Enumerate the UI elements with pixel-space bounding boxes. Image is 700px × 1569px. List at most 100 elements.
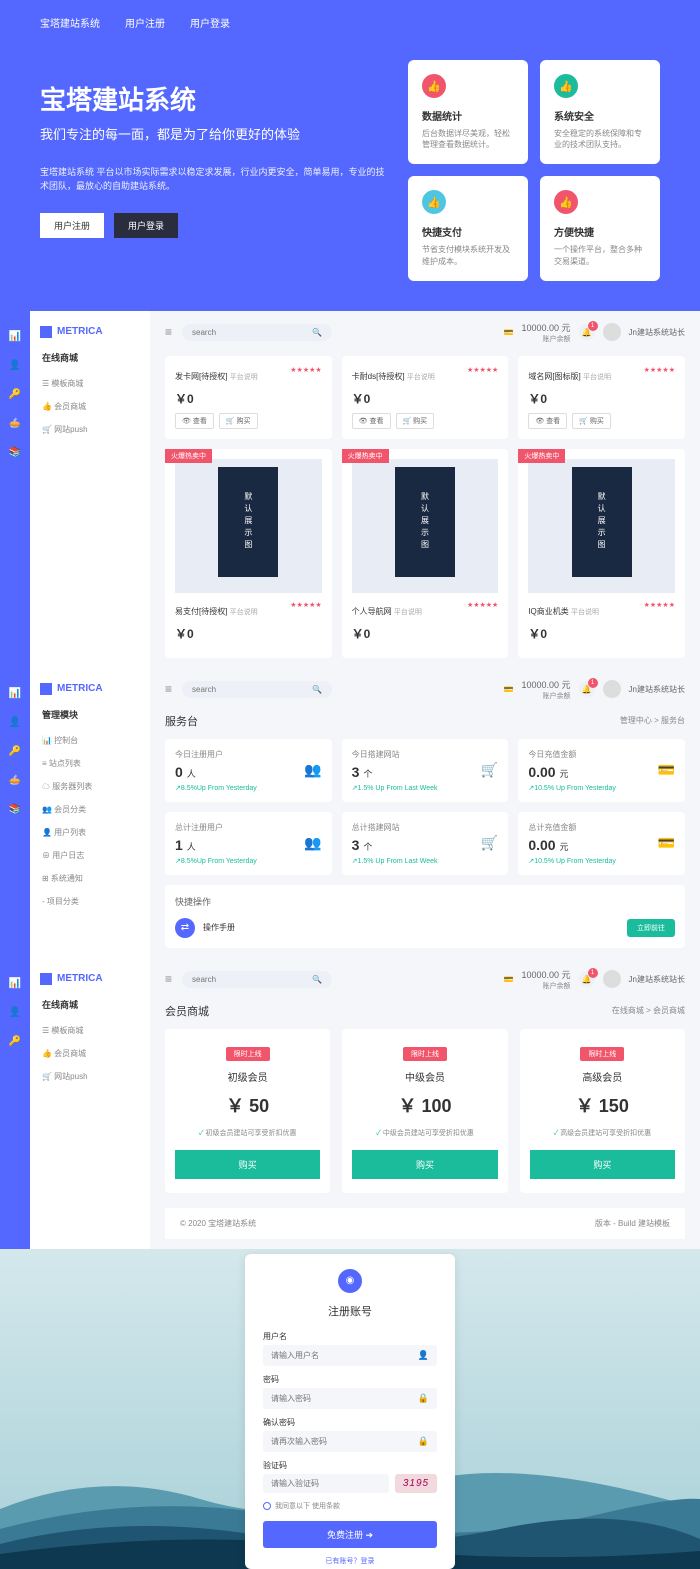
buy-button[interactable]: 🛒 购买 [219,413,258,429]
logo[interactable]: METRICA [30,678,150,700]
view-button[interactable]: 👁 查看 [175,413,214,429]
rail-icon[interactable]: 📊 [9,688,21,699]
vertical-rail: 📊 👤 🔑 🥧 📚 [0,668,30,958]
sidebar-item[interactable]: ⊕ 用户日志 [30,844,150,867]
buy-plan-button[interactable]: 购买 [352,1150,497,1179]
view-button[interactable]: 👁 查看 [528,413,567,429]
product-title: 易支付[待授权] 平台说明 [175,607,258,616]
rail-icon[interactable]: 📚 [9,804,21,815]
logo[interactable]: METRICA [30,968,150,990]
rail-icon[interactable]: 🔑 [9,389,21,400]
topbar: ≡ 🔍 💳 10000.00 元 账户余额 🔔1 Jn建站系统站长 [165,678,685,701]
search-icon[interactable]: 🔍 [312,975,322,984]
hamburger-icon[interactable]: ≡ [165,682,172,696]
input-field[interactable]: 🔒 [263,1388,437,1409]
search-box[interactable]: 🔍 [182,971,332,988]
quick-button[interactable]: 立即前往 [627,919,675,937]
search-icon[interactable]: 🔍 [312,328,322,337]
hamburger-icon[interactable]: ≡ [165,325,172,339]
membership-dashboard: 📊 👤 🔑 METRICA 在线商城 ☰ 模板商城👍 会员商城🛒 网站push … [0,958,700,1249]
sidebar-item[interactable]: 📊 控制台 [30,729,150,752]
user-name[interactable]: Jn建站系统站长 [629,327,685,338]
text-input[interactable] [271,1437,418,1446]
feature-card: 👍 方便快捷 一个操作平台，整合多种交易渠道。 [540,176,660,280]
search-icon[interactable]: 🔍 [312,685,322,694]
avatar[interactable] [603,323,621,341]
sidebar-item[interactable]: 👤 用户列表 [30,821,150,844]
search-input[interactable] [192,975,312,984]
rail-icon[interactable]: 🥧 [9,418,21,429]
register-footer-link[interactable]: 已有账号？登录 [263,1556,437,1566]
rail-icon[interactable]: 📊 [9,978,21,989]
text-input[interactable] [271,1351,418,1360]
sidebar-item[interactable]: ☁ 服务器列表 [30,775,150,798]
register-submit-button[interactable]: 免费注册 ➔ [263,1521,437,1548]
star-icon: ★★★★★ [290,366,321,374]
avatar[interactable] [603,970,621,988]
captcha-field[interactable] [263,1474,389,1493]
agree-radio[interactable] [263,1502,271,1510]
star-icon: ★★★★★ [467,601,498,609]
sidebar-item[interactable]: 🛒 网站push [30,418,150,441]
sidebar-item[interactable]: 👍 会员商城 [30,1042,150,1065]
rail-icon[interactable]: 📚 [9,447,21,458]
stat-trend: ↗10.5% Up From Yesterday [528,784,675,792]
hamburger-icon[interactable]: ≡ [165,972,172,986]
login-button[interactable]: 用户登录 [114,213,178,238]
rail-icon[interactable]: 📊 [9,331,21,342]
logo[interactable]: METRICA [30,321,150,343]
rail-icon[interactable]: 🥧 [9,775,21,786]
nav-login[interactable]: 用户登录 [190,15,230,30]
sidebar-item[interactable]: 👥 会员分类 [30,798,150,821]
buy-plan-button[interactable]: 购买 [530,1150,675,1179]
page-title: 会员商城 [165,1003,209,1019]
buy-button[interactable]: 🛒 购买 [572,413,611,429]
nav-brand[interactable]: 宝塔建站系统 [40,15,100,30]
wallet-icon[interactable]: 💳 [504,975,514,984]
search-input[interactable] [192,685,312,694]
field-icon: 👤 [418,1350,429,1361]
captcha-label: 验证码 [263,1460,437,1471]
nav-register[interactable]: 用户注册 [125,15,165,30]
input-field[interactable]: 🔒 [263,1431,437,1452]
user-name[interactable]: Jn建站系统站长 [629,974,685,985]
buy-plan-button[interactable]: 购买 [175,1150,320,1179]
buy-button[interactable]: 🛒 购买 [396,413,435,429]
bell-icon[interactable]: 🔔1 [579,324,595,340]
rail-icon[interactable]: 👤 [9,717,21,728]
stat-value: 0.00 元 [528,764,675,780]
stat-value: 1 人 [175,837,322,853]
sidebar-item[interactable]: ☰ 模板商城 [30,1019,150,1042]
bell-icon[interactable]: 🔔1 [579,681,595,697]
text-input[interactable] [271,1394,418,1403]
product-title: 卡耐ds[待授权] 平台说明 [352,372,435,381]
bell-icon[interactable]: 🔔1 [579,971,595,987]
view-button[interactable]: 👁 查看 [352,413,391,429]
wallet-icon[interactable]: 💳 [504,328,514,337]
thumb-icon: 👍 [422,74,446,98]
rail-icon[interactable]: 🔑 [9,1036,21,1047]
avatar[interactable] [603,680,621,698]
rail-icon[interactable]: 👤 [9,1007,21,1018]
sidebar-item[interactable]: - 项目分类 [30,890,150,913]
card-title: 数据统计 [422,108,514,123]
sidebar-item[interactable]: 🛒 网站push [30,1065,150,1088]
rail-icon[interactable]: 👤 [9,360,21,371]
input-field[interactable]: 👤 [263,1345,437,1366]
search-input[interactable] [192,328,312,337]
captcha-image[interactable]: 3195 [395,1474,437,1493]
wallet-icon[interactable]: 💳 [504,685,514,694]
stat-card: 今日充值金额 0.00 元 ↗10.5% Up From Yesterday 💳 [518,739,685,802]
search-box[interactable]: 🔍 [182,681,332,698]
rail-icon[interactable]: 🔑 [9,746,21,757]
sidebar-item[interactable]: ☰ 模板商城 [30,372,150,395]
sidebar-item[interactable]: ≡ 站点列表 [30,752,150,775]
stat-label: 今日充值金额 [528,749,675,760]
agree-row[interactable]: 我同意以下 使用条款 [263,1501,437,1511]
register-button[interactable]: 用户注册 [40,213,104,238]
sidebar-item[interactable]: 👍 会员商城 [30,395,150,418]
sidebar-item[interactable]: ⊞ 系统通知 [30,867,150,890]
search-box[interactable]: 🔍 [182,324,332,341]
user-name[interactable]: Jn建站系统站长 [629,684,685,695]
captcha-input[interactable] [271,1479,381,1488]
